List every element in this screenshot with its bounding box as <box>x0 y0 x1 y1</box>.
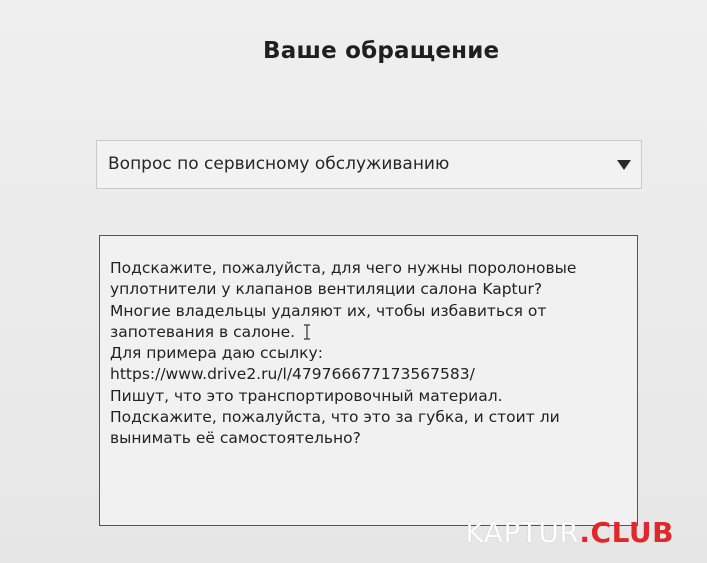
watermark-logo: KAPTUR.CLUB <box>465 516 674 549</box>
message-line: https://www.drive2.ru/l/4797666771735675… <box>110 365 475 384</box>
page-title: Ваше обращение <box>263 38 500 64</box>
message-line: Подскажите, пожалуйста, что это за губка… <box>110 408 560 427</box>
message-line: Многие владельцы удаляют их, чтобы избав… <box>110 301 547 320</box>
message-line: Пишут, что это транспортировочный матери… <box>110 386 503 405</box>
message-line: запотевания в салоне. <box>110 322 296 341</box>
message-line: Подскажите, пожалуйста, для чего нужны п… <box>110 259 577 277</box>
message-line-with-cursor: запотевания в салоне. <box>110 322 630 343</box>
message-text: Подскажите, пожалуйста, для чего нужны п… <box>110 258 630 450</box>
message-line: Для примера даю ссылку: <box>110 344 323 363</box>
watermark-suffix: .CLUB <box>579 516 674 549</box>
text-cursor-icon <box>303 324 311 340</box>
topic-select[interactable]: Вопрос по сервисному обслуживанию <box>96 140 642 189</box>
message-line: вынимать её самостоятельно? <box>110 429 361 448</box>
chevron-down-icon[interactable] <box>616 159 632 171</box>
topic-select-value: Вопрос по сервисному обслуживанию <box>108 154 450 174</box>
message-line: уплотнители у клапанов вентиляции салона… <box>110 280 543 299</box>
message-textarea[interactable]: Подскажите, пожалуйста, для чего нужны п… <box>99 235 638 526</box>
feedback-form-page: Ваше обращение Вопрос по сервисному обсл… <box>0 0 707 563</box>
watermark-brand: KAPTUR <box>465 516 580 549</box>
